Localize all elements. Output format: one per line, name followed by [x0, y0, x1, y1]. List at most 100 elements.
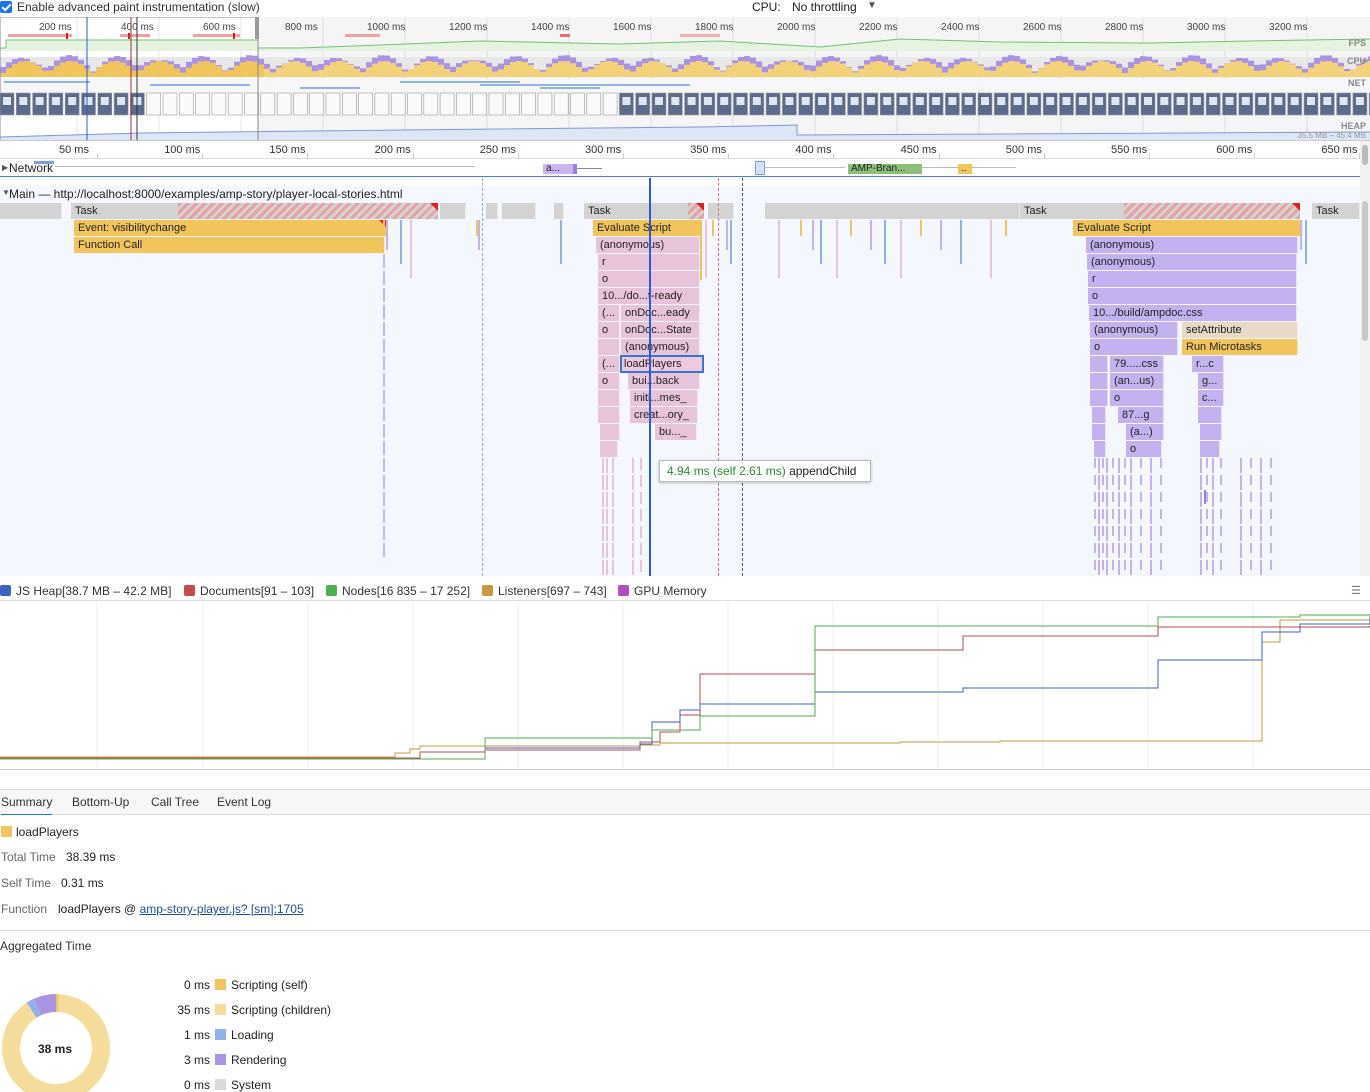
menu-icon[interactable]: ☰: [1351, 584, 1361, 597]
task-bar[interactable]: [708, 203, 734, 219]
flame-frame[interactable]: bu..._: [655, 424, 697, 440]
flame-frame[interactable]: r...c: [1192, 356, 1224, 372]
task-bar[interactable]: [765, 203, 1020, 219]
legend-value: 35 ms: [177, 1003, 210, 1017]
flame-frame[interactable]: initi...mes_: [630, 390, 698, 406]
task-bar[interactable]: [554, 203, 564, 219]
flame-frame[interactable]: (a...): [1126, 424, 1164, 440]
flame-frame[interactable]: (anonymous): [596, 237, 700, 253]
flame-frame[interactable]: bui...back: [628, 373, 700, 389]
tab-event-log[interactable]: Event Log: [217, 795, 271, 809]
flame-frame[interactable]: [598, 339, 620, 355]
tab-bottom-up[interactable]: Bottom-Up: [72, 795, 129, 809]
flame-frame[interactable]: [600, 424, 620, 440]
flame-frame[interactable]: [1090, 356, 1108, 372]
flame-frame[interactable]: (anonymous): [1090, 322, 1178, 338]
overview-tick-label: 1200 ms: [449, 22, 488, 33]
counter-listeners[interactable]: Listeners[697 – 743]: [482, 584, 607, 598]
task-bar[interactable]: Task: [1312, 203, 1360, 219]
evaluate-script-bar[interactable]: Evaluate Script: [593, 220, 702, 236]
network-request[interactable]: [34, 161, 54, 164]
flame-frame[interactable]: [598, 407, 620, 423]
checkbox-icon[interactable]: [326, 585, 337, 596]
flame-frame[interactable]: o: [1110, 390, 1164, 406]
flame-sliver: [1260, 543, 1262, 558]
flame-frame[interactable]: [1090, 390, 1108, 406]
tab-call-tree[interactable]: Call Tree: [151, 795, 199, 809]
paint-instrumentation-label[interactable]: Enable advanced paint instrumentation (s…: [17, 0, 260, 14]
function-call-bar[interactable]: Function Call: [74, 237, 385, 253]
flame-frame[interactable]: 87...g: [1118, 407, 1164, 423]
task-bar[interactable]: [0, 203, 62, 219]
flame-frame[interactable]: g...: [1198, 373, 1224, 389]
flame-frame[interactable]: (anonymous): [1086, 237, 1298, 253]
flame-frame[interactable]: [1200, 424, 1222, 440]
scrollbar-thumb[interactable]: [1362, 145, 1368, 165]
event-visibilitychange[interactable]: Event: visibilitychange: [74, 220, 387, 236]
flame-frame[interactable]: (anonymous): [621, 339, 700, 355]
flame-sliver: [1212, 492, 1214, 507]
flame-sliver: [1140, 543, 1142, 553]
flame-frame[interactable]: onDoc...State: [621, 322, 700, 338]
flame-frame[interactable]: [1198, 407, 1222, 423]
task-bar[interactable]: [486, 203, 498, 219]
checkbox-icon[interactable]: [618, 585, 629, 596]
main-thread-track[interactable]: ▼ Main — http://localhost:8000/examples/…: [0, 186, 1360, 576]
flame-frame[interactable]: [600, 441, 618, 457]
flame-frame[interactable]: 10.../build/ampdoc.css: [1089, 305, 1297, 321]
checkbox-icon[interactable]: [184, 585, 195, 596]
scrollbar-thumb-main[interactable]: [1362, 201, 1368, 341]
flame-frame[interactable]: [598, 390, 620, 406]
expand-triangle-icon[interactable]: ▶: [2, 163, 8, 172]
counter-nodes[interactable]: Nodes[16 835 – 17 252]: [326, 584, 470, 598]
counter-documents[interactable]: Documents[91 – 103]: [184, 584, 314, 598]
flame-frame[interactable]: onDoc...eady: [621, 305, 700, 321]
selected-load-players-frame[interactable]: loadPlayers: [620, 355, 704, 373]
network-request-a[interactable]: a...: [543, 164, 577, 174]
network-request-amp-bran[interactable]: AMP-Bran...: [848, 164, 922, 174]
checkbox-icon[interactable]: [482, 585, 493, 596]
paint-instrumentation-checkbox[interactable]: [0, 1, 12, 13]
flame-frame[interactable]: r: [1088, 271, 1297, 287]
network-request[interactable]: [755, 161, 765, 175]
network-request-dots[interactable]: ..: [958, 164, 972, 174]
counter-gpu-memory[interactable]: GPU Memory: [618, 584, 707, 598]
cpu-throttling-select[interactable]: No throttling: [792, 0, 857, 14]
flame-frame[interactable]: [1090, 373, 1108, 389]
tab-summary[interactable]: Summary: [1, 795, 53, 816]
flamechart-scrollbar[interactable]: [1360, 141, 1370, 576]
flame-frame[interactable]: o: [1090, 339, 1178, 355]
flame-frame[interactable]: o: [1126, 441, 1162, 457]
task-bar[interactable]: [502, 203, 536, 219]
flame-frame[interactable]: (...: [598, 305, 620, 321]
task-bar[interactable]: [440, 203, 466, 219]
flame-frame[interactable]: creat...ory_: [630, 407, 698, 423]
flame-sliver: [1240, 458, 1242, 473]
flame-frame[interactable]: [1094, 441, 1106, 457]
flame-frame[interactable]: o: [598, 322, 620, 338]
chevron-down-icon[interactable]: ▼: [867, 0, 877, 11]
timeline-overview[interactable]: 200 ms 400 ms 600 ms 800 ms 1000 ms 1200 ms 14…: [0, 17, 1370, 141]
flame-frame[interactable]: o: [598, 373, 620, 389]
flame-frame[interactable]: [1092, 407, 1106, 423]
flame-sliver: [640, 560, 642, 572]
flame-frame[interactable]: 79.....css: [1110, 356, 1164, 372]
legend-label: Scripting (self): [231, 978, 308, 992]
evaluate-script-bar[interactable]: Evaluate Script: [1073, 220, 1303, 236]
flame-sliver: [778, 220, 780, 278]
flame-frame[interactable]: (an...us): [1110, 373, 1164, 389]
flame-frame[interactable]: (...: [598, 356, 620, 372]
task-bar[interactable]: Task: [584, 203, 704, 219]
flame-frame[interactable]: setAttribute: [1182, 322, 1298, 338]
checkbox-icon[interactable]: [0, 585, 11, 596]
flame-frame[interactable]: [1200, 441, 1220, 457]
source-link[interactable]: amp-story-player.js? [sm]:1705: [140, 902, 304, 916]
flame-frame[interactable]: (anonymous): [1087, 254, 1297, 270]
network-track[interactable]: ▶ Network a... AMP-Bran... ..: [0, 159, 1360, 177]
flame-frame[interactable]: c...: [1198, 390, 1224, 406]
flame-frame[interactable]: o: [1088, 288, 1297, 304]
counter-js-heap[interactable]: JS Heap[38.7 MB – 42.2 MB]: [0, 584, 171, 598]
run-microtasks-bar[interactable]: Run Microtasks: [1182, 339, 1298, 355]
flame-frame[interactable]: [1092, 424, 1106, 440]
flame-sliver: [1098, 526, 1100, 541]
